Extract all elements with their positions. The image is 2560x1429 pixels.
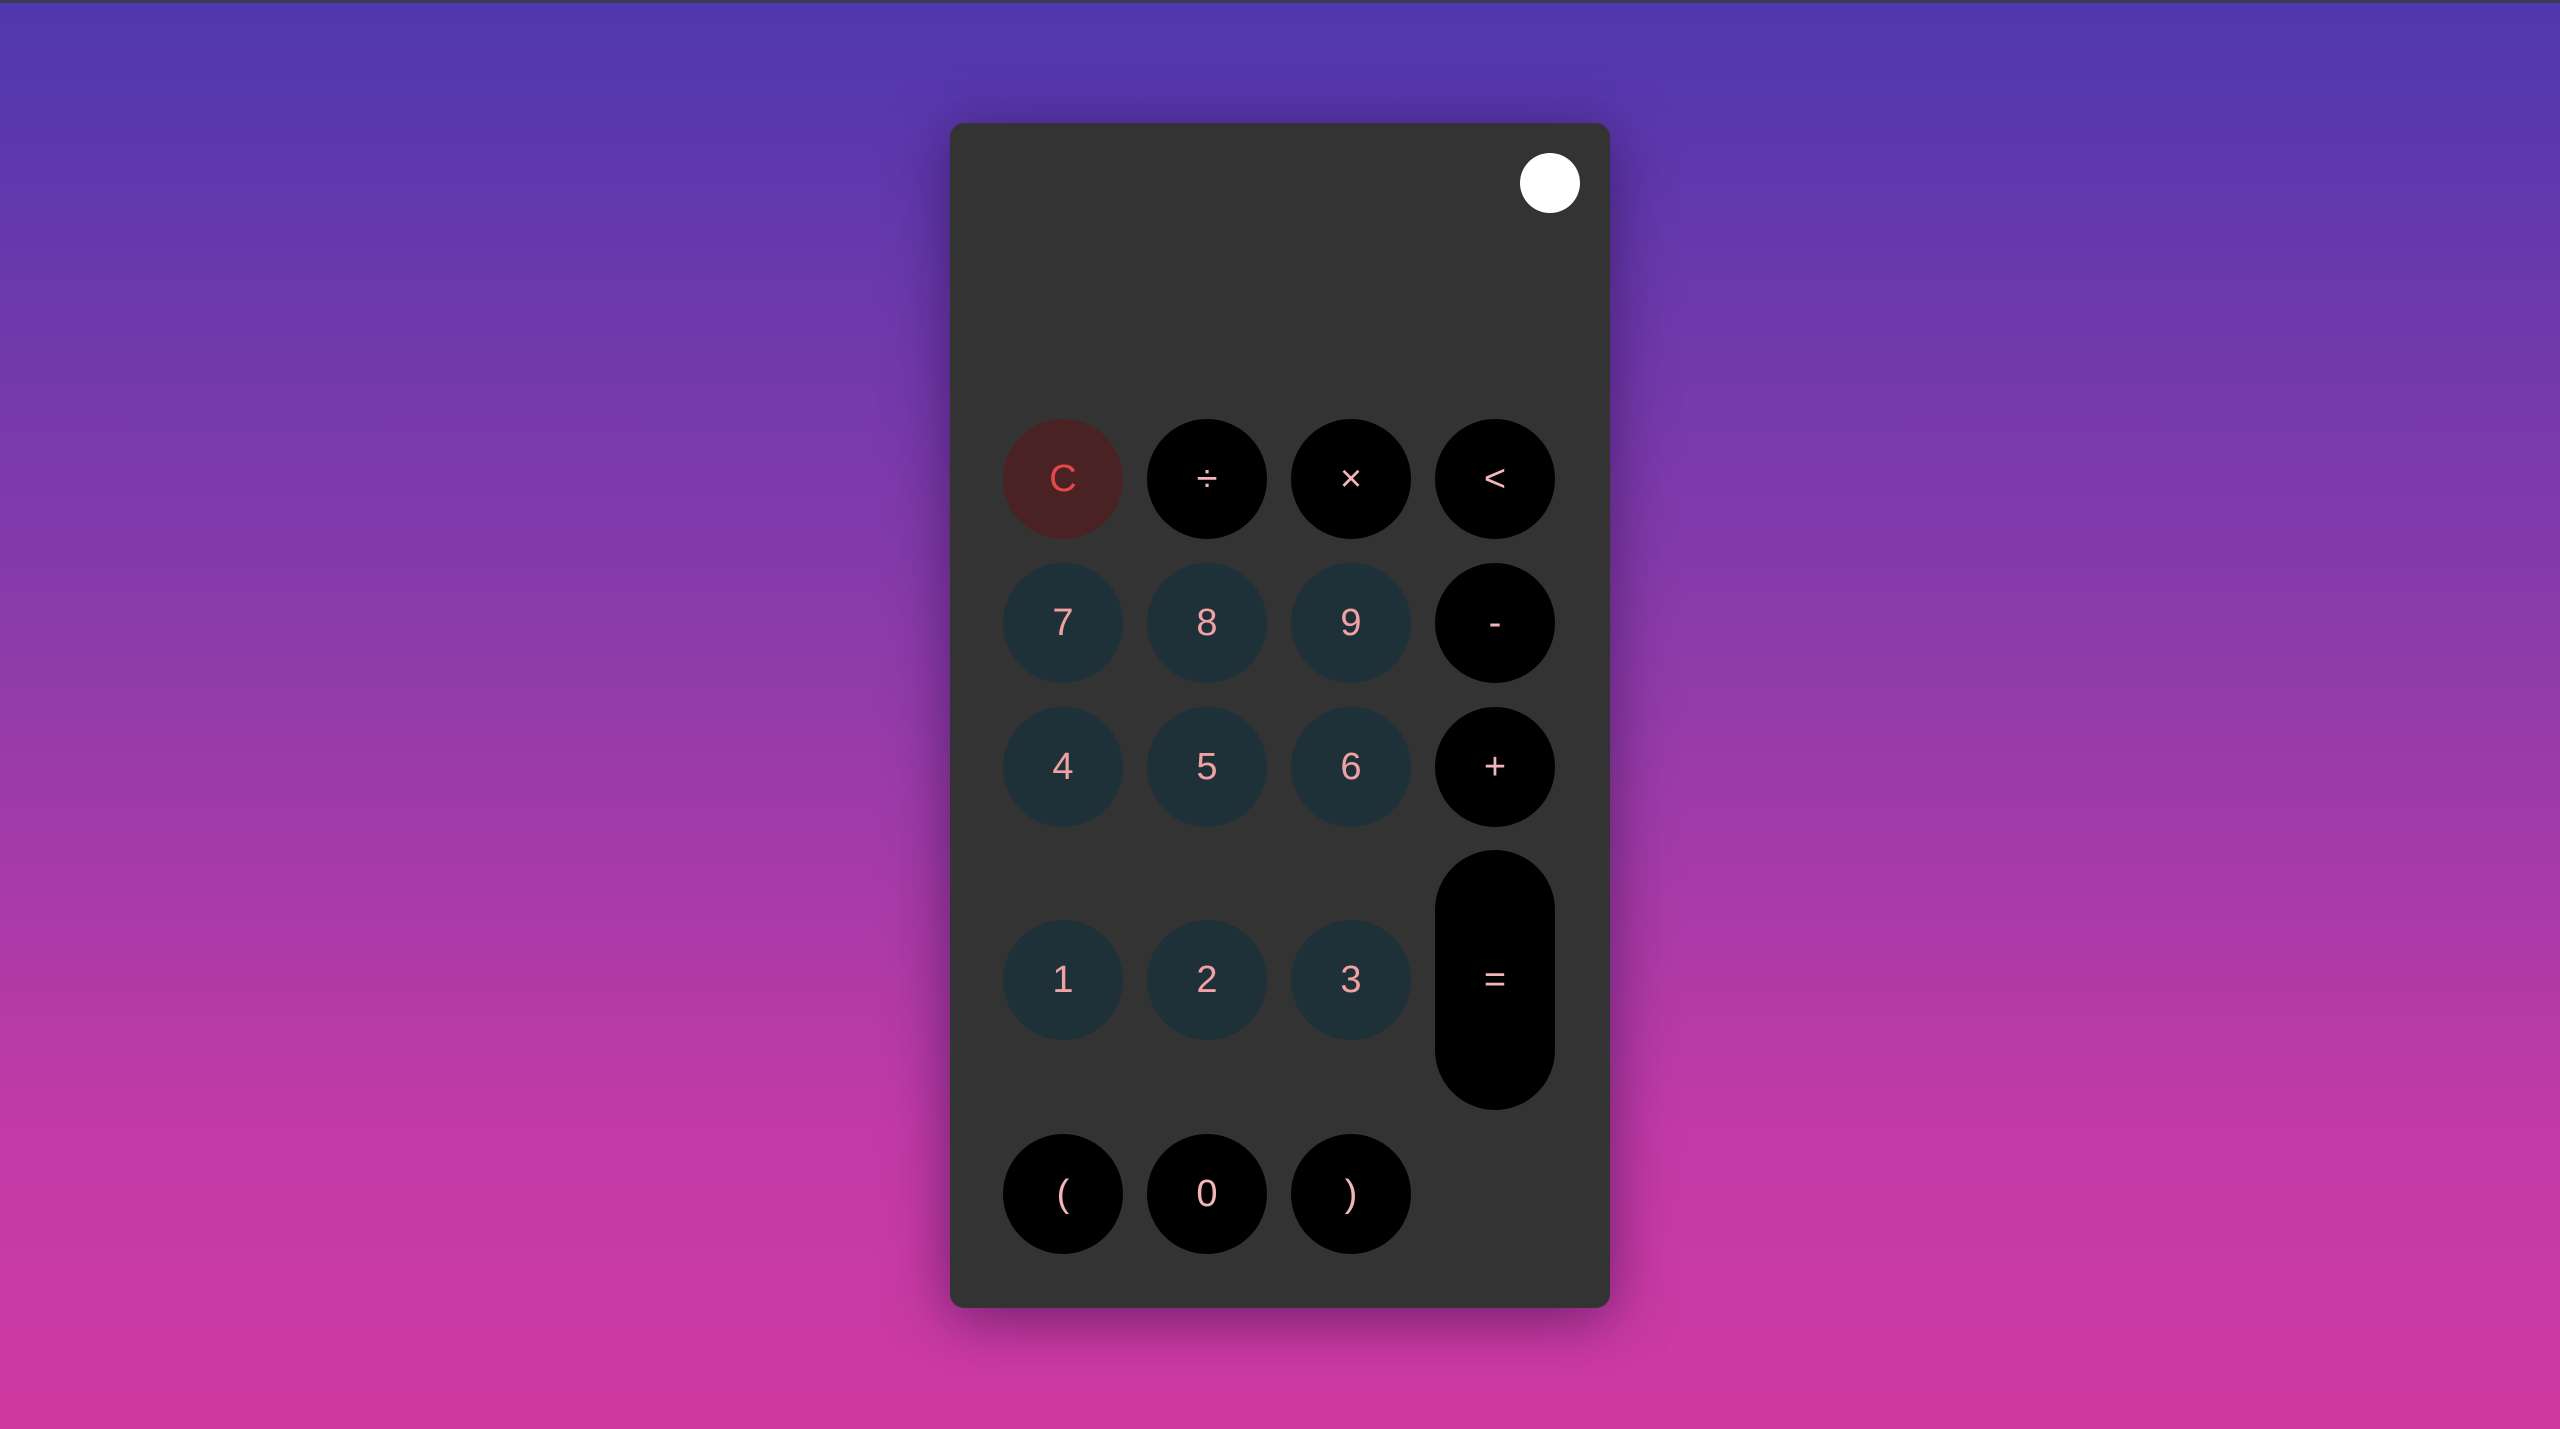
- close-paren-button[interactable]: ): [1291, 1134, 1411, 1254]
- backspace-button[interactable]: <: [1435, 419, 1555, 539]
- equals-button[interactable]: =: [1435, 850, 1555, 1110]
- calculator: C ÷ × < 7 8 9 - 4 5 6 + 1 2 3 = ( 0 ): [950, 123, 1610, 1308]
- digit-9-button[interactable]: 9: [1291, 563, 1411, 683]
- theme-toggle-button[interactable]: [1520, 153, 1580, 213]
- digit-6-button[interactable]: 6: [1291, 707, 1411, 827]
- multiply-button[interactable]: ×: [1291, 419, 1411, 539]
- digit-0-button[interactable]: 0: [1147, 1134, 1267, 1254]
- digit-2-button[interactable]: 2: [1147, 920, 1267, 1040]
- clear-button[interactable]: C: [1003, 419, 1123, 539]
- digit-4-button[interactable]: 4: [1003, 707, 1123, 827]
- plus-button[interactable]: +: [1435, 707, 1555, 827]
- digit-5-button[interactable]: 5: [1147, 707, 1267, 827]
- digit-8-button[interactable]: 8: [1147, 563, 1267, 683]
- divide-button[interactable]: ÷: [1147, 419, 1267, 539]
- digit-7-button[interactable]: 7: [1003, 563, 1123, 683]
- digit-1-button[interactable]: 1: [1003, 920, 1123, 1040]
- open-paren-button[interactable]: (: [1003, 1134, 1123, 1254]
- top-border-line: [0, 0, 2560, 3]
- minus-button[interactable]: -: [1435, 563, 1555, 683]
- digit-3-button[interactable]: 3: [1291, 920, 1411, 1040]
- display: [950, 123, 1610, 383]
